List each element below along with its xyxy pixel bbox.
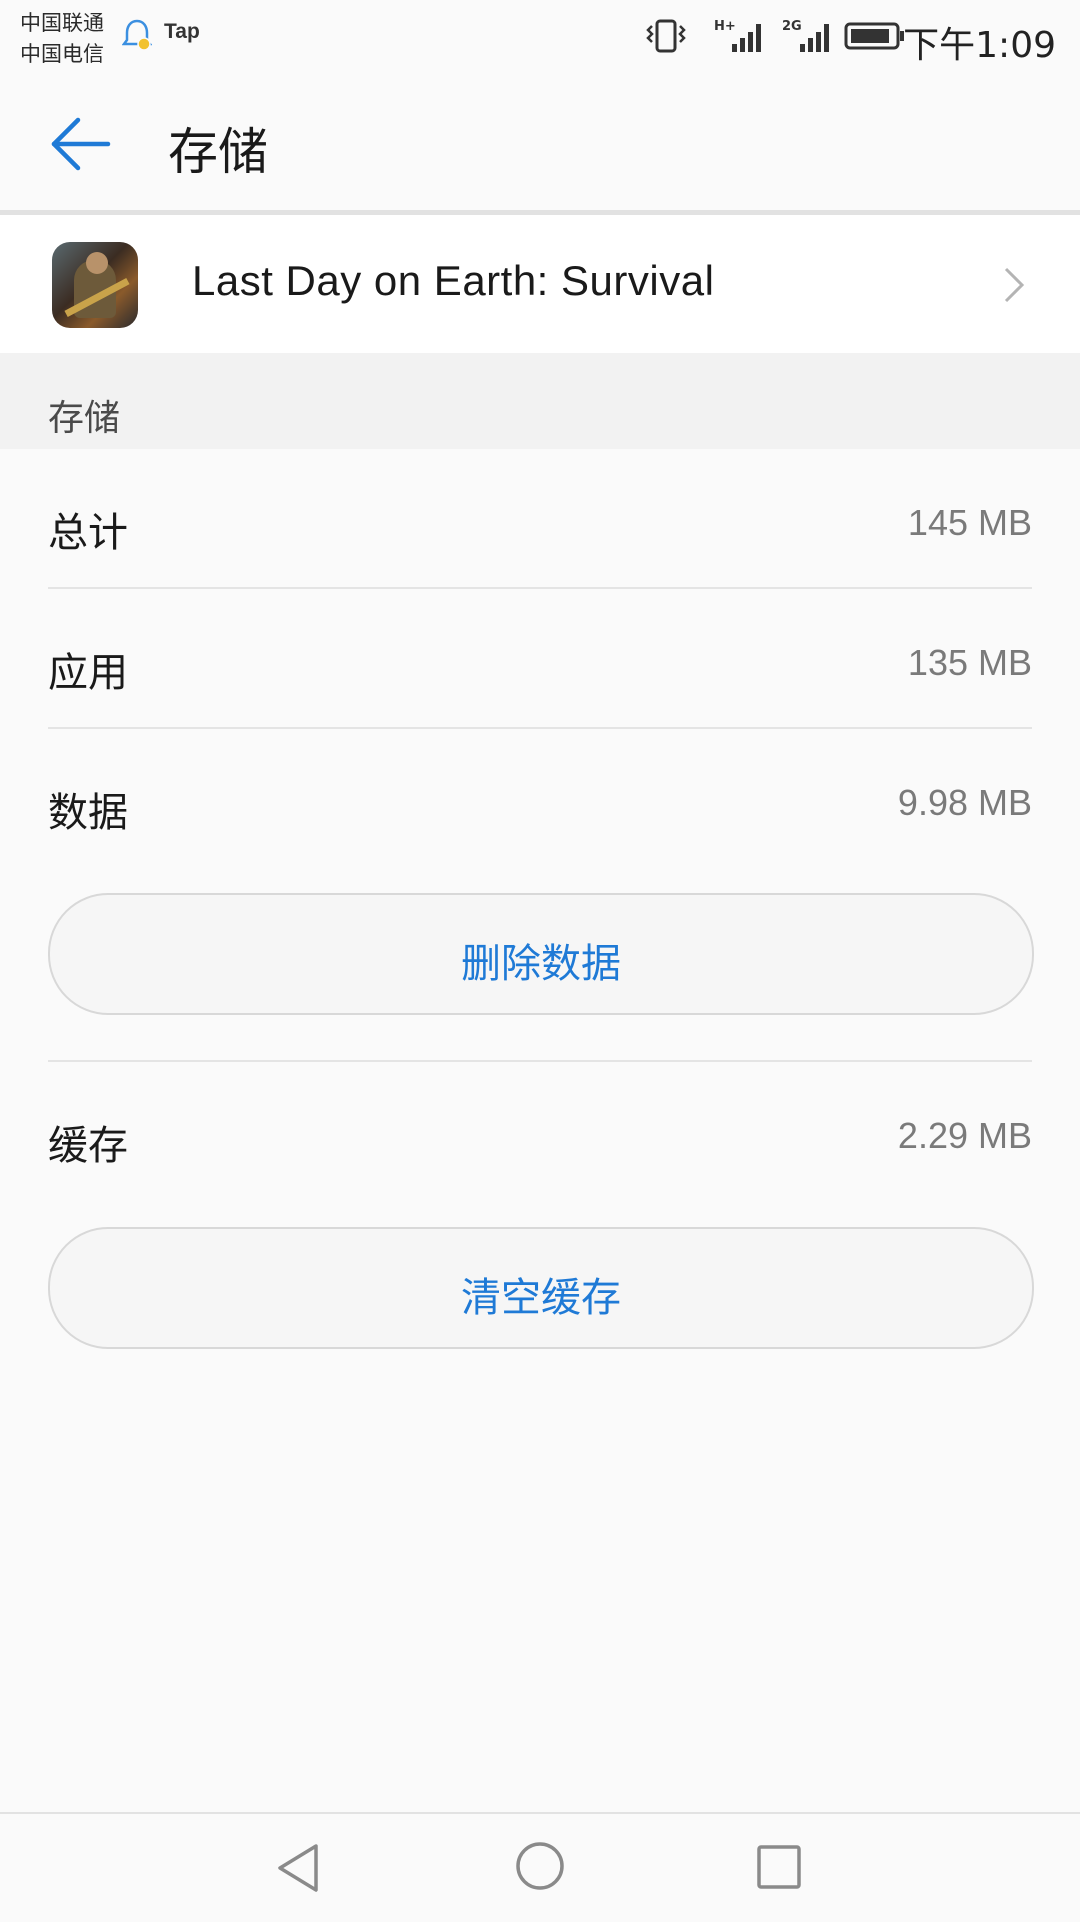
clear-data-button[interactable]: 删除数据 xyxy=(48,893,1034,1015)
battery-icon xyxy=(844,22,904,50)
bell-icon xyxy=(122,19,152,51)
app-bar: 存储 xyxy=(0,74,1080,215)
nav-recent-icon[interactable] xyxy=(756,1844,802,1890)
storage-row-app: 应用 135 MB xyxy=(48,592,1032,730)
row-label: 缓存 xyxy=(48,1123,128,1169)
nav-home-icon[interactable] xyxy=(514,1840,566,1892)
nav-back-icon[interactable] xyxy=(274,1840,322,1896)
network-2-label: 2G xyxy=(782,19,802,34)
row-label: 数据 xyxy=(48,790,128,836)
storage-row-data: 数据 9.98 MB xyxy=(48,732,1032,870)
clear-cache-button-label: 清空缓存 xyxy=(461,1275,621,1321)
section-title: 存储 xyxy=(48,398,121,439)
vibrate-icon xyxy=(646,19,686,53)
row-value: 135 MB xyxy=(907,642,1032,683)
status-bar: 中国联通 中国电信 Tap H+ 2G 下午1:09 xyxy=(0,0,1080,74)
app-name: Last Day on Earth: Survival xyxy=(192,257,715,304)
divider xyxy=(48,587,1032,589)
back-arrow-icon[interactable] xyxy=(50,114,114,174)
row-value: 9.98 MB xyxy=(897,782,1032,823)
divider xyxy=(48,727,1032,729)
carrier-1: 中国联通 xyxy=(20,11,104,35)
row-label: 总计 xyxy=(48,510,128,556)
divider xyxy=(48,1060,1032,1062)
carrier-2: 中国电信 xyxy=(20,42,104,66)
app-icon xyxy=(52,242,138,328)
chevron-right-icon xyxy=(1004,267,1025,303)
page-title: 存储 xyxy=(168,123,268,181)
storage-row-cache: 缓存 2.29 MB xyxy=(48,1065,1032,1203)
tap-logo: Tap xyxy=(164,20,200,43)
row-value: 145 MB xyxy=(907,502,1032,543)
signal-icon: 2G xyxy=(782,19,829,52)
clear-data-button-label: 删除数据 xyxy=(461,941,621,987)
storage-section-header: 存储 xyxy=(0,353,1080,449)
network-1-label: H+ xyxy=(714,19,736,34)
storage-row-total: 总计 145 MB xyxy=(48,452,1032,590)
navigation-bar xyxy=(0,1812,1080,1922)
signal-icon: H+ xyxy=(714,19,761,52)
row-label: 应用 xyxy=(48,650,128,696)
clock: 下午1:09 xyxy=(903,25,1056,66)
app-info-row[interactable]: Last Day on Earth: Survival xyxy=(0,215,1080,353)
carrier-info: 中国联通 中国电信 xyxy=(20,8,104,70)
clear-cache-button[interactable]: 清空缓存 xyxy=(48,1227,1034,1349)
row-value: 2.29 MB xyxy=(897,1115,1032,1156)
